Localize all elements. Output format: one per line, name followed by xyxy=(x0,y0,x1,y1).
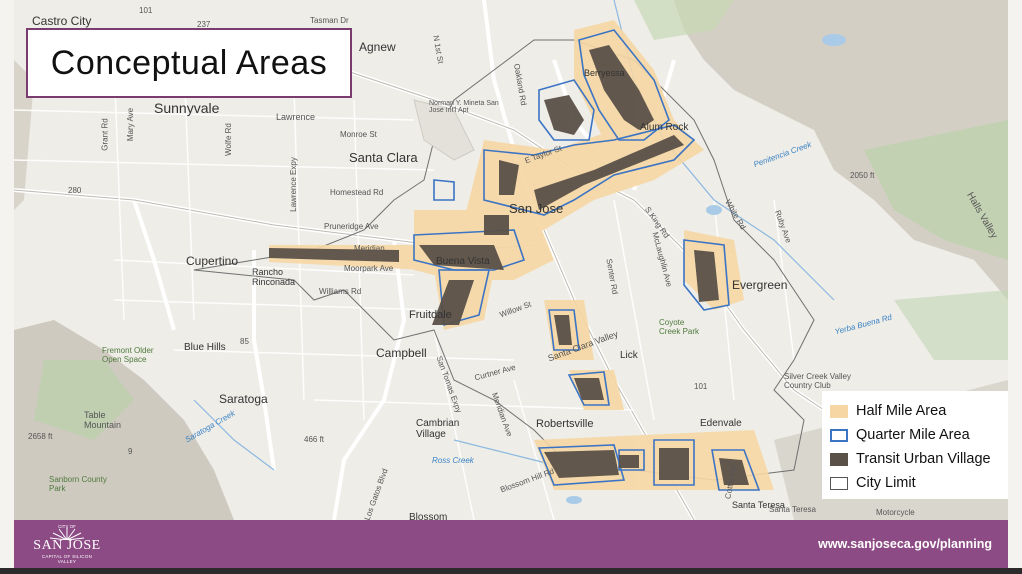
park-label: Silver Creek Valley Country Club xyxy=(784,372,851,390)
footer-bar: CITY OF SAN JOSE CAPITAL OF SILICON VALL… xyxy=(14,520,1008,568)
creek-label: Ross Creek xyxy=(432,456,474,465)
legend-label: Quarter Mile Area xyxy=(856,427,970,443)
city-label: Cupertino xyxy=(186,254,239,268)
street-label: Santa Teresa xyxy=(769,505,816,514)
terrain-green-southeast xyxy=(894,290,1008,360)
legend-item-half-mile: Half Mile Area xyxy=(830,399,1008,423)
city-label: Edenvale xyxy=(700,418,742,429)
logo-text-name: SAN JOSE xyxy=(33,538,101,553)
street-label: Moorpark Ave xyxy=(344,264,394,273)
street-label: Monroe St xyxy=(340,130,377,139)
city-label: Blossom xyxy=(409,512,448,520)
bottom-strip xyxy=(0,568,1022,574)
elevation-label: 2050 ft xyxy=(850,171,875,180)
legend-swatch-quarter-mile xyxy=(830,428,848,442)
city-label: San Jose xyxy=(509,201,564,216)
reservoir-north xyxy=(822,34,846,46)
city-label: Evergreen xyxy=(732,278,788,292)
title-box: Conceptual Areas xyxy=(26,28,352,98)
legend-item-quarter-mile: Quarter Mile Area xyxy=(830,423,1008,447)
legend-item-city-limit: City Limit xyxy=(830,471,1008,495)
city-label: Cambrian Village xyxy=(416,418,460,440)
street-label: Meridian xyxy=(354,244,385,253)
street-label: Lawrence xyxy=(276,112,316,122)
city-label: Blue Hills xyxy=(184,342,226,353)
elevation-label: 2658 ft xyxy=(28,432,53,441)
highway-shield: 85 xyxy=(240,337,249,346)
logo-text-sub: CAPITAL OF SILICON VALLEY xyxy=(41,554,93,564)
city-logo: CITY OF SAN JOSE CAPITAL OF SILICON VALL… xyxy=(32,524,102,564)
city-label: Rancho Rinconada xyxy=(252,267,296,287)
street-label: Grant Rd xyxy=(100,118,110,151)
legend-label: Half Mile Area xyxy=(856,403,947,419)
logo-text-top: CITY OF xyxy=(58,524,76,529)
slide: Castro City Agnew Sunnyvale Santa Clara … xyxy=(0,0,1022,574)
page-title: Conceptual Areas xyxy=(50,43,328,82)
legend-swatch-transit-urban-village xyxy=(830,452,848,466)
highway-shield: 101 xyxy=(694,382,708,391)
city-label: Sunnyvale xyxy=(154,100,220,116)
elevation-label: 466 ft xyxy=(304,435,325,444)
street-label: Homestead Rd xyxy=(330,188,384,197)
city-label: Campbell xyxy=(376,346,427,360)
city-label: Santa Clara xyxy=(349,150,418,165)
park-label: Coyote Creek Park xyxy=(659,318,700,336)
highway-shield: 101 xyxy=(139,6,153,15)
city-label: Alum Rock xyxy=(640,122,689,133)
city-label: Robertsville xyxy=(536,418,594,430)
city-label: Saratoga xyxy=(219,392,268,406)
street-label: Lawrence Expy xyxy=(288,157,298,212)
legend-swatch-city-limit xyxy=(830,476,848,490)
city-label: Castro City xyxy=(32,14,92,28)
city-label: Agnew xyxy=(359,40,396,54)
city-label: Buena Vista xyxy=(436,256,490,267)
street-label: Tasman Dr xyxy=(310,16,349,25)
street-label: Wolfe Rd xyxy=(223,123,233,156)
street-label: Mary Ave xyxy=(126,107,136,142)
place-label: Table Mountain xyxy=(84,410,122,430)
reservoir-east xyxy=(706,205,722,215)
city-label: Fruitdale xyxy=(409,309,452,321)
highway-shield: 9 xyxy=(128,447,133,456)
city-label: Berryessa xyxy=(584,68,625,78)
legend-label: City Limit xyxy=(856,475,916,491)
park-label: Sanborn County Park xyxy=(49,475,107,493)
legend-label: Transit Urban Village xyxy=(856,451,991,467)
footer-url-link[interactable]: www.sanjoseca.gov/planning xyxy=(818,537,992,551)
street-label: Williams Rd xyxy=(319,287,362,296)
legend-item-transit-urban-village: Transit Urban Village xyxy=(830,447,1008,471)
reservoir-south xyxy=(566,496,582,504)
park-label: Fremont Older Open Space xyxy=(102,346,154,364)
map-legend: Half Mile Area Quarter Mile Area Transit… xyxy=(822,391,1008,499)
legend-swatch-half-mile xyxy=(830,404,848,418)
street-label: Pruneridge Ave xyxy=(324,222,379,231)
highway-shield: 280 xyxy=(68,186,82,195)
street-label: Norman Y. Mineta San Jose Int'l Apt xyxy=(429,100,499,114)
city-label: Lick xyxy=(620,350,638,361)
place-label: Motorcycle xyxy=(876,508,915,517)
